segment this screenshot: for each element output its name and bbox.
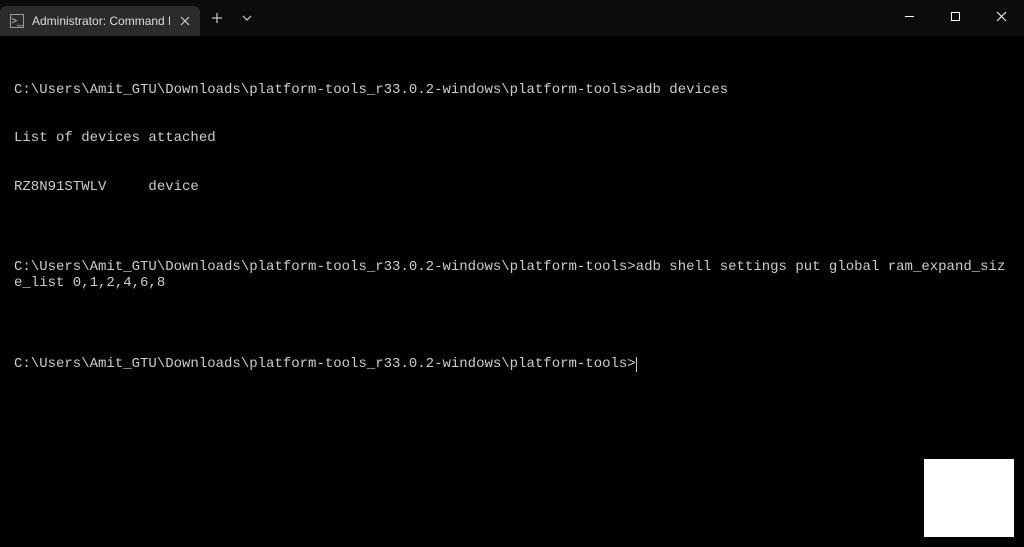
prompt-line: C:\Users\Amit_GTU\Downloads\platform-too… — [14, 356, 1010, 372]
minimize-button[interactable] — [886, 0, 932, 32]
output-line: RZ8N91STWLV device — [14, 179, 1010, 195]
tab-title: Administrator: Command Pro — [32, 14, 170, 28]
output-line: List of devices attached — [14, 130, 1010, 146]
close-window-button[interactable] — [978, 0, 1024, 32]
output-line: C:\Users\Amit_GTU\Downloads\platform-too… — [14, 82, 1010, 98]
cursor — [636, 357, 637, 372]
window-controls — [886, 0, 1024, 36]
new-tab-button[interactable] — [202, 3, 232, 33]
close-tab-button[interactable] — [178, 13, 192, 29]
active-tab[interactable]: >_ Administrator: Command Pro — [0, 6, 200, 36]
terminal-icon: >_ — [10, 14, 24, 28]
watermark-block — [924, 459, 1014, 537]
maximize-button[interactable] — [932, 0, 978, 32]
tabs-region: >_ Administrator: Command Pro — [0, 0, 262, 36]
output-line: C:\Users\Amit_GTU\Downloads\platform-too… — [14, 259, 1010, 291]
tab-dropdown-button[interactable] — [232, 3, 262, 33]
titlebar: >_ Administrator: Command Pro — [0, 0, 1024, 36]
terminal-output[interactable]: C:\Users\Amit_GTU\Downloads\platform-too… — [0, 36, 1024, 402]
